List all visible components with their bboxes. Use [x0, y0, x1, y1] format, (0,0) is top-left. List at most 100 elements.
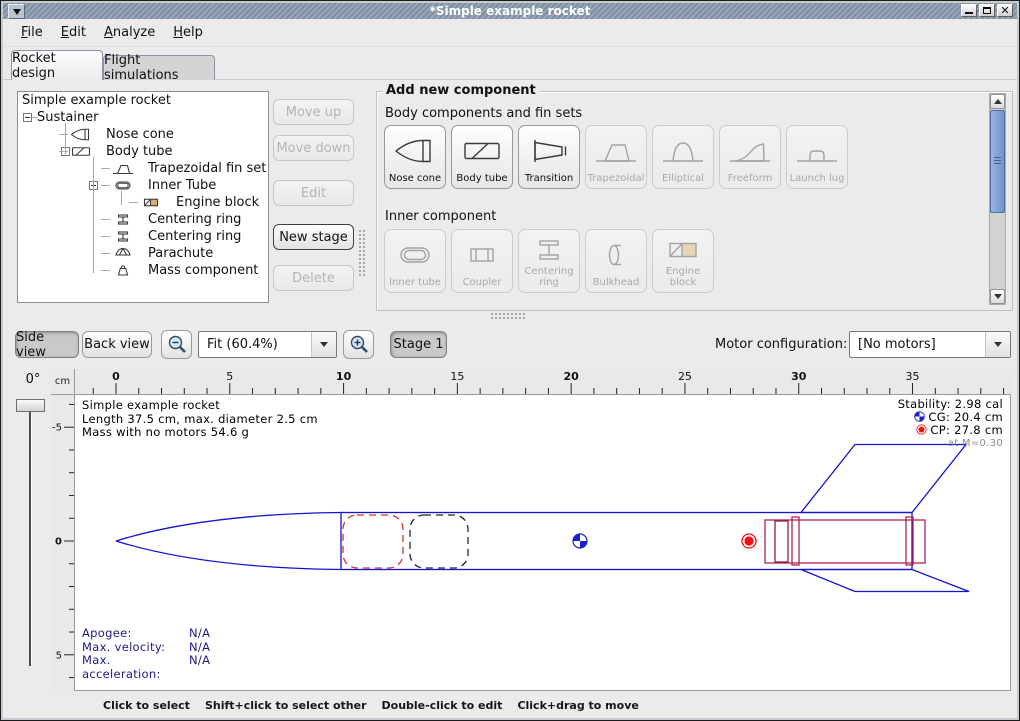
mach-note: at M=0.30	[898, 437, 1003, 450]
add-centering-ring-button[interactable]: Centering ring	[518, 229, 580, 293]
tree-item-simple-example-rocket[interactable]: Simple example rocket	[18, 92, 268, 109]
add-component-group: Add new component Body components and fi…	[376, 91, 1013, 311]
engine-block-outline[interactable]	[775, 521, 788, 562]
menu-analyze[interactable]: Analyze	[96, 22, 163, 43]
vertical-split-grip[interactable]	[358, 229, 367, 277]
trapezoidal-fin-icon	[110, 161, 136, 176]
motor-configuration-value: [No motors]	[850, 332, 985, 357]
add-nose-cone-button[interactable]: Nose cone	[384, 125, 446, 189]
menu-help[interactable]: Help	[165, 22, 211, 43]
tree-item-label: Sustainer	[37, 110, 99, 125]
tree-item-body-tube[interactable]: Body tube	[18, 143, 268, 160]
maximize-button[interactable]	[979, 4, 995, 17]
tree-item-label: Trapezoidal fin set	[148, 161, 266, 176]
tree-item-trapezoidal-fin-set[interactable]: Trapezoidal fin set	[18, 160, 268, 177]
stage-1-toggle[interactable]: Stage 1	[390, 331, 447, 358]
mass-component-outline[interactable]	[410, 515, 468, 568]
svg-text:25: 25	[678, 370, 692, 383]
component-button-label: Transition	[525, 174, 573, 189]
tab-rocket-design[interactable]: Rocket design	[11, 50, 103, 80]
svg-text:0: 0	[112, 370, 120, 383]
move-up-button[interactable]: Move up	[273, 99, 354, 125]
add-coupler-button[interactable]: Coupler	[451, 229, 513, 293]
scroll-down-button[interactable]	[990, 289, 1005, 304]
scrollbar-thumb[interactable]	[990, 110, 1005, 213]
centering-ring-icon	[110, 212, 136, 227]
add-freeform-button[interactable]: Freeform	[719, 125, 781, 189]
tree-item-parachute[interactable]: Parachute	[18, 245, 268, 262]
component-button-label: Body tube	[456, 174, 507, 189]
chevron-down-icon	[320, 342, 328, 347]
minimize-button[interactable]	[961, 4, 977, 17]
maximize-icon	[983, 7, 991, 14]
scroll-up-button[interactable]	[990, 94, 1005, 109]
close-button[interactable]: ✕	[997, 4, 1013, 17]
add-body-tube-button[interactable]: Body tube	[451, 125, 513, 189]
motor-configuration-label: Motor configuration:	[715, 337, 847, 352]
component-tree[interactable]: Simple example rocketSustainerNose coneB…	[17, 91, 269, 303]
flight-row-max-acceleration: Max. acceleration:N/A	[82, 654, 210, 681]
freeform-fin-icon	[728, 126, 772, 174]
status-hints: Click to selectShift+click to select oth…	[3, 695, 1017, 715]
side-view-button[interactable]: Side view	[15, 331, 79, 358]
cp-line: CP: 27.8 cm	[898, 424, 1003, 437]
tree-item-label: Centering ring	[148, 212, 241, 227]
rotation-slider-thumb[interactable]	[16, 399, 45, 412]
tree-item-nose-cone[interactable]: Nose cone	[18, 126, 268, 143]
view-toolbar: Side view Back view Fit (60.4%) Stage 1 …	[3, 319, 1017, 367]
parachute-outline[interactable]	[343, 515, 403, 568]
parachute-icon	[110, 246, 136, 261]
tree-item-centering-ring[interactable]: Centering ring	[18, 211, 268, 228]
add-component-title: Add new component	[382, 83, 540, 98]
menu-file[interactable]: File	[13, 22, 51, 43]
chevron-down-icon	[994, 294, 1002, 299]
add-engine-block-button[interactable]: Engine block	[652, 229, 714, 293]
new-stage-button[interactable]: New stage	[273, 224, 354, 250]
add-trapezoidal-button[interactable]: Trapezoidal	[585, 125, 647, 189]
tree-item-inner-tube[interactable]: Inner Tube	[18, 177, 268, 194]
inner-tube-outline[interactable]	[765, 520, 925, 563]
zoom-out-button[interactable]	[161, 330, 192, 359]
bulkhead-icon	[594, 230, 638, 278]
fin-lower[interactable]	[801, 570, 969, 592]
tree-collapse-toggle[interactable]	[23, 113, 32, 122]
add-inner-tube-button[interactable]: Inner tube	[384, 229, 446, 293]
trapezoidal-fin-icon	[594, 126, 638, 174]
centering-ring-icon	[527, 230, 571, 267]
centering-ring-fore[interactable]	[792, 517, 799, 565]
tree-item-engine-block[interactable]: Engine block	[18, 194, 268, 211]
add-transition-button[interactable]: Transition	[518, 125, 580, 189]
hint-text: Click+drag to move	[517, 699, 638, 712]
section-label-inner-component: Inner component	[385, 209, 496, 224]
move-down-button[interactable]: Move down	[273, 135, 354, 161]
zoom-select[interactable]: Fit (60.4%)	[198, 331, 337, 358]
back-view-button[interactable]: Back view	[82, 331, 152, 358]
menu-edit[interactable]: Edit	[53, 22, 94, 43]
cg-marker	[573, 534, 587, 548]
add-elliptical-button[interactable]: Elliptical	[652, 125, 714, 189]
tree-item-centering-ring[interactable]: Centering ring	[18, 228, 268, 245]
cp-marker	[742, 534, 756, 548]
component-scrollbar[interactable]	[989, 93, 1006, 305]
design-pane: Simple example rocketSustainerNose coneB…	[3, 79, 1017, 319]
window-title: *Simple example rocket	[3, 3, 1017, 19]
tab-flight-simulations[interactable]: Flight simulations	[103, 55, 215, 80]
fin-upper[interactable]	[801, 445, 966, 513]
delete-button[interactable]: Delete	[273, 265, 354, 291]
body-tube-outline[interactable]	[341, 513, 912, 570]
tree-item-sustainer[interactable]: Sustainer	[18, 109, 268, 126]
add-launch-lug-button[interactable]: Launch lug	[786, 125, 848, 189]
svg-text:15: 15	[450, 370, 464, 383]
nose-cone-outline[interactable]	[116, 513, 341, 570]
zoom-in-button[interactable]	[343, 330, 374, 359]
motor-configuration-select[interactable]: [No motors]	[849, 331, 1011, 358]
motor-configuration-arrow	[985, 332, 1010, 357]
stability-info: Stability: 2.98 cal CG: 20.4 cm CP: 27.8…	[898, 398, 1003, 450]
edit-button[interactable]: Edit	[273, 180, 354, 206]
tree-item-label: Parachute	[148, 246, 213, 261]
tree-item-mass-component[interactable]: Mass component	[18, 262, 268, 279]
rocket-canvas[interactable]: Simple example rocket Length 37.5 cm, ma…	[75, 395, 1011, 691]
add-bulkhead-button[interactable]: Bulkhead	[585, 229, 647, 293]
transition-icon	[527, 126, 571, 174]
rotation-slider-track[interactable]	[29, 411, 32, 666]
